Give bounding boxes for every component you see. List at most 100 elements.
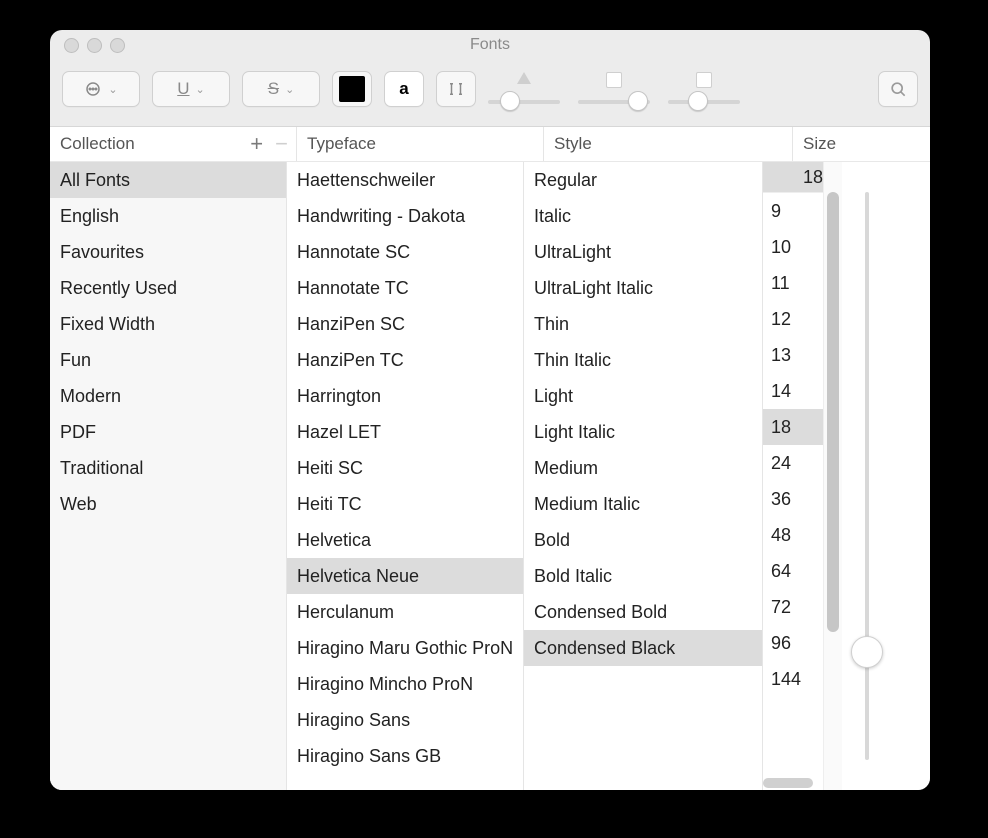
size-presets-list[interactable]: 9101112131418243648647296144 [763,193,823,790]
typeface-item[interactable]: HanziPen SC [287,306,523,342]
typeface-item[interactable]: Helvetica Neue [287,558,523,594]
leading-slider[interactable] [668,72,740,112]
size-preset[interactable]: 11 [763,265,823,301]
style-item[interactable]: Bold [524,522,762,558]
chevron-down-icon: ⌄ [285,83,294,96]
collection-item[interactable]: All Fonts [50,162,286,198]
size-preset[interactable]: 36 [763,481,823,517]
size-preset[interactable]: 13 [763,337,823,373]
typeface-item[interactable]: Hannotate TC [287,270,523,306]
typography-sliders [488,66,740,112]
style-item[interactable]: Regular [524,162,762,198]
slider-thumb[interactable] [851,636,883,668]
header-label: Collection [60,134,135,154]
style-item[interactable]: Bold Italic [524,558,762,594]
size-preset[interactable]: 24 [763,445,823,481]
typeface-item[interactable]: Hiragino Sans GB [287,738,523,774]
text-color-button[interactable] [332,71,372,107]
text-effects-button[interactable]: ⌄ [62,71,140,107]
size-preset[interactable]: 72 [763,589,823,625]
style-item[interactable]: Medium Italic [524,486,762,522]
style-item[interactable]: Medium [524,450,762,486]
typefaces-list[interactable]: HaettenschweilerHandwriting - DakotaHann… [287,162,524,790]
collection-item[interactable]: PDF [50,414,286,450]
size-preset[interactable]: 18 [763,409,823,445]
minimize-button[interactable] [87,38,102,53]
size-preset[interactable]: 10 [763,229,823,265]
typeface-item[interactable]: Hiragino Sans [287,702,523,738]
typeface-item[interactable]: Haettenschweiler [287,162,523,198]
header-label: Size [803,134,836,154]
typeface-item[interactable]: Heiti TC [287,486,523,522]
collection-item[interactable]: English [50,198,286,234]
typeface-item[interactable]: Hiragino Maru Gothic ProN [287,630,523,666]
typeface-item[interactable]: Hiragino Mincho ProN [287,666,523,702]
vertical-scrollbar[interactable] [823,162,842,790]
typeface-item[interactable]: Handwriting - Dakota [287,198,523,234]
size-preset[interactable]: 48 [763,517,823,553]
collection-item[interactable]: Fixed Width [50,306,286,342]
add-collection-button[interactable]: + [250,131,263,157]
square-marker-icon [696,72,712,88]
remove-collection-button[interactable]: − [275,131,288,157]
size-preset[interactable]: 144 [763,661,823,697]
size-preset[interactable]: 9 [763,193,823,229]
typeface-item[interactable]: Heiti SC [287,450,523,486]
style-item[interactable]: UltraLight [524,234,762,270]
style-item[interactable]: Light Italic [524,414,762,450]
style-item[interactable]: Light [524,378,762,414]
style-item[interactable]: Condensed Black [524,630,762,666]
typeface-item[interactable]: Harrington [287,378,523,414]
collection-item[interactable]: Recently Used [50,270,286,306]
size-input[interactable] [763,162,827,193]
size-preset[interactable]: 14 [763,373,823,409]
zoom-button[interactable] [110,38,125,53]
style-item[interactable]: Thin [524,306,762,342]
paragraph-spacing-button[interactable] [436,71,476,107]
size-preset[interactable]: 96 [763,625,823,661]
collection-item[interactable]: Web [50,486,286,522]
square-marker-icon [606,72,622,88]
typeface-item[interactable]: Hannotate SC [287,234,523,270]
toolbar: ⌄ U ⌄ S ⌄ a [50,60,930,127]
size-slider[interactable] [842,162,892,790]
collection-item[interactable]: Modern [50,378,286,414]
size-preset[interactable]: 64 [763,553,823,589]
styles-list[interactable]: RegularItalicUltraLightUltraLight Italic… [524,162,763,790]
collection-header: Collection + − [50,127,297,161]
background-color-button[interactable]: a [384,71,424,107]
collection-item[interactable]: Favourites [50,234,286,270]
style-item[interactable]: UltraLight Italic [524,270,762,306]
style-item[interactable]: Thin Italic [524,342,762,378]
typeface-item[interactable]: Herculanum [287,594,523,630]
color-swatch [339,76,365,102]
scrollbar-thumb[interactable] [827,192,839,632]
char-icon: a [399,79,408,99]
baseline-slider[interactable] [578,72,650,112]
collections-list[interactable]: All FontsEnglishFavouritesRecently UsedF… [50,162,287,790]
kerning-slider[interactable] [488,72,560,112]
size-header: Size [793,127,930,161]
horizontal-scrollbar[interactable] [763,778,813,788]
header-label: Style [554,134,592,154]
typeface-item[interactable]: HanziPen TC [287,342,523,378]
strike-icon: S [268,79,279,99]
columns-body: All FontsEnglishFavouritesRecently UsedF… [50,162,930,790]
typeface-item[interactable]: Hazel LET [287,414,523,450]
typeface-header: Typeface [297,127,544,161]
collection-item[interactable]: Fun [50,342,286,378]
typeface-item[interactable]: Helvetica [287,522,523,558]
style-item[interactable]: Condensed Bold [524,594,762,630]
search-button[interactable] [878,71,918,107]
size-column: 9101112131418243648647296144 [763,162,930,790]
close-button[interactable] [64,38,79,53]
fonts-window: Fonts ⌄ U ⌄ S ⌄ a [50,30,930,790]
strike-button[interactable]: S ⌄ [242,71,320,107]
underline-button[interactable]: U ⌄ [152,71,230,107]
size-preset[interactable]: 12 [763,301,823,337]
triangle-marker-icon [517,72,531,84]
chevron-down-icon: ⌄ [196,83,205,96]
window-title: Fonts [50,36,930,54]
style-item[interactable]: Italic [524,198,762,234]
collection-item[interactable]: Traditional [50,450,286,486]
